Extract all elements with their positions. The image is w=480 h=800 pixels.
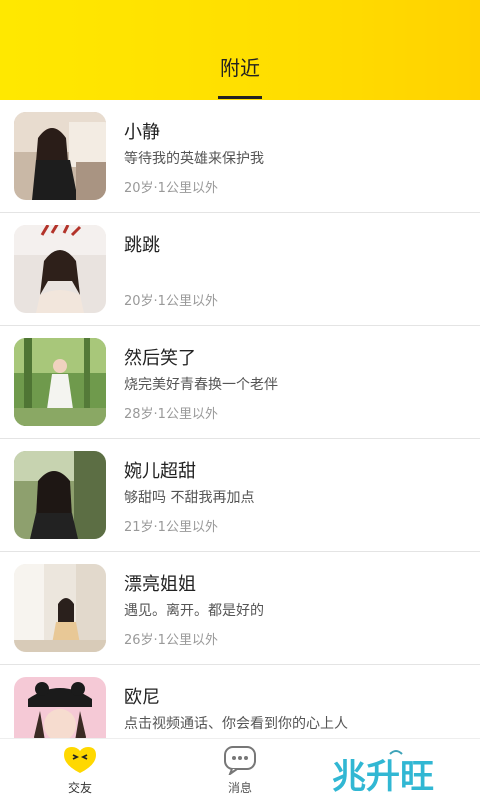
- user-meta: 28岁·1公里以外: [124, 407, 218, 422]
- list-item[interactable]: 婉儿超甜 够甜吗 不甜我再加点 21岁·1公里以外: [0, 439, 480, 552]
- user-bio: 烧完美好青春换一个老伴: [124, 377, 278, 393]
- user-name: 小静: [124, 122, 160, 143]
- list-item[interactable]: 然后笑了 烧完美好青春换一个老伴 28岁·1公里以外: [0, 326, 480, 439]
- tab-messages[interactable]: 消息: [200, 745, 280, 796]
- friends-icon: [64, 747, 96, 773]
- top-header: 附近: [0, 0, 480, 100]
- user-list[interactable]: 小静 等待我的英雄来保护我 20岁·1公里以外 跳跳 20岁·1公里以外 然后笑…: [0, 100, 480, 738]
- user-bio: 够甜吗 不甜我再加点: [124, 490, 255, 506]
- avatar[interactable]: [14, 677, 106, 738]
- avatar[interactable]: [14, 338, 106, 426]
- tab-friends[interactable]: 交友: [40, 745, 120, 796]
- list-item[interactable]: 漂亮姐姐 遇见。离开。都是好的 26岁·1公里以外: [0, 552, 480, 665]
- user-bio: 点击视频通话、你会看到你的心上人: [124, 716, 348, 732]
- list-item[interactable]: 小静 等待我的英雄来保护我 20岁·1公里以外: [0, 100, 480, 213]
- user-bio: 等待我的英雄来保护我: [124, 151, 264, 167]
- tab-active-indicator: [218, 96, 262, 99]
- avatar[interactable]: [14, 451, 106, 539]
- tab-messages-label: 消息: [227, 781, 252, 795]
- user-name: 漂亮姐姐: [124, 574, 196, 595]
- user-name: 婉儿超甜: [124, 461, 196, 482]
- user-meta: 26岁·1公里以外: [124, 633, 218, 648]
- user-name: 欧尼: [124, 687, 160, 708]
- avatar[interactable]: [14, 112, 106, 200]
- user-name: 然后笑了: [124, 348, 196, 369]
- list-item[interactable]: 跳跳 20岁·1公里以外: [0, 213, 480, 326]
- watermark-logo: 兆升旺: [330, 746, 470, 797]
- message-icon: [224, 746, 256, 775]
- user-meta: 21岁·1公里以外: [124, 520, 218, 535]
- svg-text:兆升旺: 兆升旺: [332, 757, 434, 796]
- list-item[interactable]: 欧尼 点击视频通话、你会看到你的心上人: [0, 665, 480, 738]
- avatar[interactable]: [14, 225, 106, 313]
- user-name: 跳跳: [124, 235, 160, 256]
- tab-nearby[interactable]: 附近: [0, 52, 480, 81]
- user-meta: 20岁·1公里以外: [124, 294, 218, 309]
- tab-friends-label: 交友: [67, 781, 92, 795]
- user-bio: 遇见。离开。都是好的: [124, 603, 264, 619]
- user-meta: 20岁·1公里以外: [124, 181, 218, 196]
- avatar[interactable]: [14, 564, 106, 652]
